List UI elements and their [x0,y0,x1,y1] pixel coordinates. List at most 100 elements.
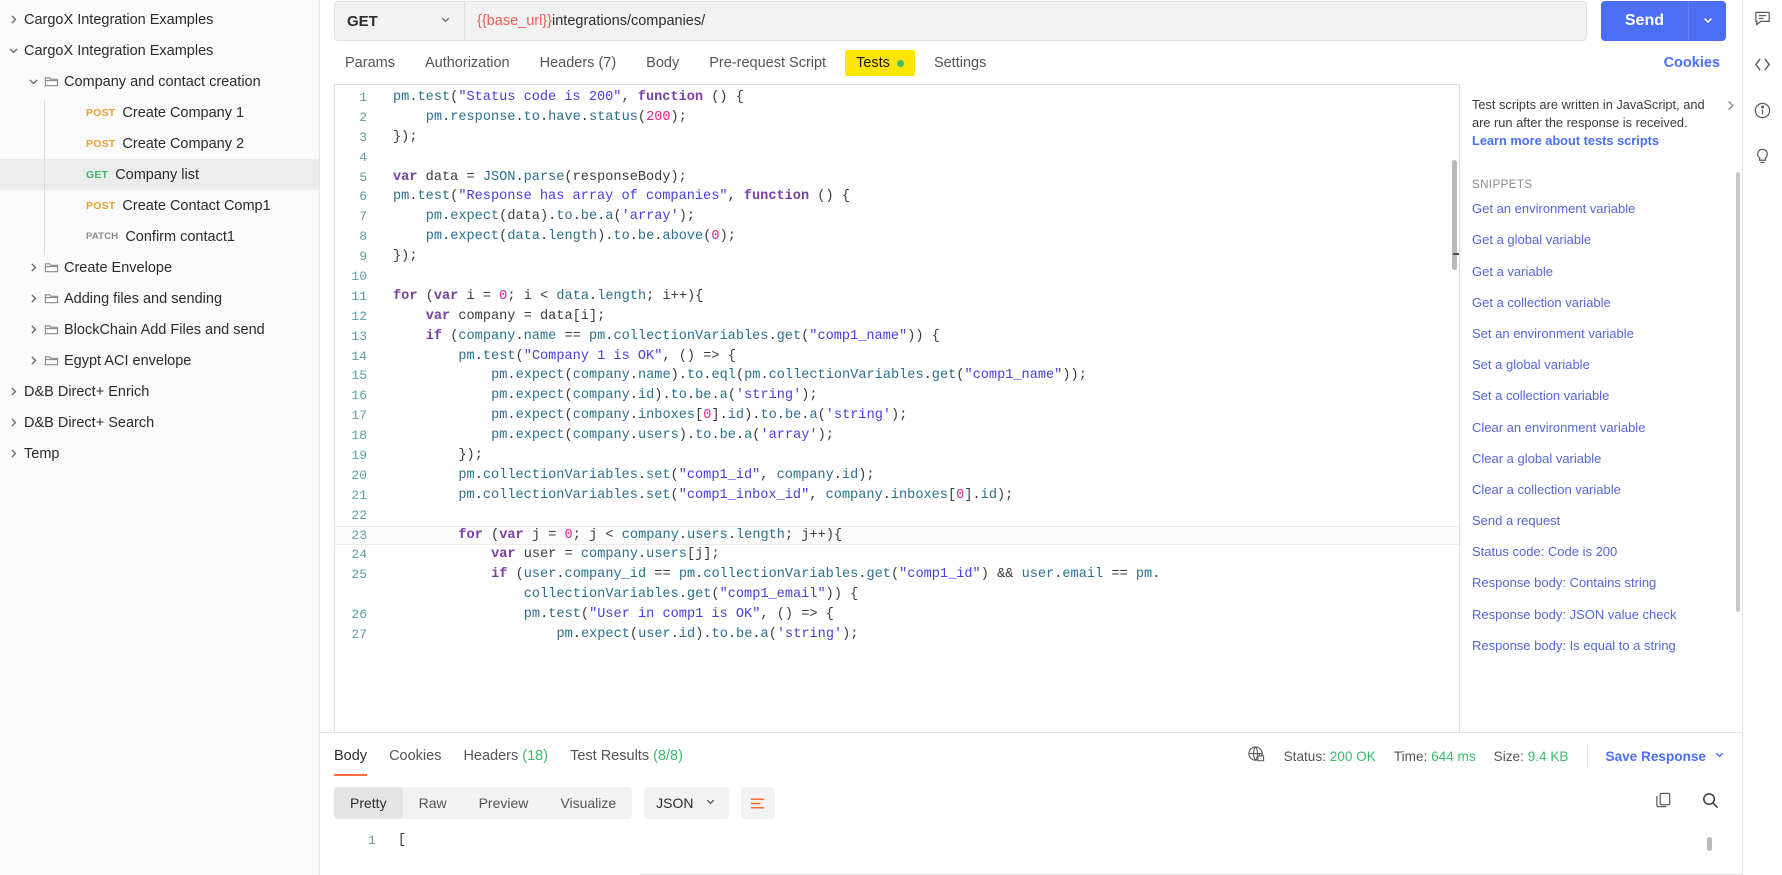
snippet-item[interactable]: Response body: JSON value check [1472,607,1726,622]
code-line[interactable]: 2 pm.response.to.have.status(200); [335,108,1459,128]
code-icon[interactable] [1749,50,1777,78]
snippet-item[interactable]: Set an environment variable [1472,326,1726,341]
snippets-scrollbar[interactable] [1736,172,1740,612]
code-line-text[interactable]: if (user.company_id == pm.collectionVari… [381,565,1160,585]
code-editor[interactable]: 1 pm.test("Status code is 200", function … [334,84,1460,732]
http-method-select[interactable]: GET [334,1,464,41]
code-line[interactable]: 17 pm.expect(company.inboxes[0].id).to.b… [335,406,1459,426]
sidebar-item-cargox-integration-examples[interactable]: CargoX Integration Examples [0,35,319,66]
tab-body[interactable]: Body [635,50,690,76]
chevron-right-icon[interactable] [2,13,24,26]
chevron-down-icon[interactable] [2,44,24,57]
send-button[interactable]: Send [1600,1,1688,41]
collections-sidebar[interactable]: CargoX Integration Examples CargoX Integr… [0,0,320,875]
response-tab-test-results[interactable]: Test Results (8/8) [570,736,683,776]
response-body-view[interactable]: 1 [ [320,827,1742,875]
code-line[interactable]: 11 for (var i = 0; i < data.length; i++){ [335,287,1459,307]
code-line[interactable]: 12 var company = data[i]; [335,307,1459,327]
code-line[interactable]: 19 }); [335,446,1459,466]
snippet-item[interactable]: Get a global variable [1472,232,1726,247]
code-line-text[interactable]: pm.test("User in comp1 is OK", () => { [381,605,834,625]
code-line-text[interactable]: pm.expect(user.id).to.be.a('string'); [381,625,858,645]
cookies-link[interactable]: Cookies [1664,55,1720,71]
chevron-right-icon[interactable] [22,292,44,305]
chevron-right-icon[interactable] [22,323,44,336]
code-line-text[interactable]: pm.expect(company.name).to.eql(pm.collec… [381,366,1087,386]
code-line-text[interactable]: for (var j = 0; j < company.users.length… [381,526,842,546]
tab-settings[interactable]: Settings [923,50,997,76]
code-line[interactable]: 6 pm.test("Response has array of companie… [335,187,1459,207]
code-line[interactable]: 5 var data = JSON.parse(responseBody); [335,168,1459,188]
response-tab-cookies[interactable]: Cookies [389,736,441,776]
format-preview[interactable]: Preview [463,787,545,819]
code-line[interactable]: 21 pm.collectionVariables.set("comp1_inb… [335,486,1459,506]
code-line-text[interactable]: pm.test("Status code is 200", function (… [381,88,744,108]
lightbulb-icon[interactable] [1749,142,1777,170]
code-line[interactable]: 26 pm.test("User in comp1 is OK", () => … [335,605,1459,625]
code-line[interactable]: 3}); [335,128,1459,148]
code-line[interactable]: 14 pm.test("Company 1 is OK", () => { [335,347,1459,367]
sidebar-item-cargox-integration-examples[interactable]: CargoX Integration Examples [0,4,319,35]
sidebar-item-confirm-contact1[interactable]: PATCH Confirm contact1 [0,221,319,252]
snippet-item[interactable]: Status code: Code is 200 [1472,544,1726,559]
format-pretty[interactable]: Pretty [334,787,403,819]
code-line-text[interactable]: }); [381,128,418,148]
chevron-down-icon[interactable] [22,75,44,88]
code-line-text[interactable]: pm.test("Company 1 is OK", () => { [381,347,736,367]
code-line-text[interactable]: if (company.name == pm.collectionVariabl… [381,327,940,347]
format-visualize[interactable]: Visualize [544,787,632,819]
code-line-text[interactable]: var company = data[i]; [381,307,606,327]
save-response-button[interactable]: Save Response [1606,748,1727,764]
code-line-text[interactable]: pm.collectionVariables.set("comp1_id", c… [381,466,874,486]
collapse-snippets-icon[interactable] [1723,98,1738,118]
send-options-button[interactable] [1688,1,1726,41]
code-lines[interactable]: 1 pm.test("Status code is 200", function … [335,85,1459,645]
snippet-item[interactable]: Set a global variable [1472,357,1726,372]
response-tab-headers[interactable]: Headers (18) [463,736,548,776]
chevron-right-icon[interactable] [2,416,24,429]
chevron-right-icon[interactable] [22,261,44,274]
info-icon[interactable] [1749,96,1777,124]
tab-params[interactable]: Params [334,50,406,76]
sidebar-item-create-company-2[interactable]: POST Create Company 2 [0,128,319,159]
tab-tests[interactable]: Tests [845,50,915,76]
body-scrollbar[interactable] [1707,837,1712,851]
code-line-text[interactable]: }); [381,446,483,466]
tab-headers-7[interactable]: Headers (7) [529,50,628,76]
sidebar-item-d-b-direct-search[interactable]: D&B Direct+ Search [0,407,319,438]
code-line-text[interactable]: pm.response.to.have.status(200); [381,108,687,128]
code-line[interactable]: 20 pm.collectionVariables.set("comp1_id"… [335,466,1459,486]
copy-icon[interactable] [1654,791,1673,815]
wrap-lines-button[interactable] [740,787,775,819]
code-line[interactable]: 8 pm.expect(data.length).to.be.above(0); [335,227,1459,247]
sidebar-item-temp[interactable]: Temp [0,438,319,469]
snippet-item[interactable]: Clear an environment variable [1472,420,1726,435]
response-tab-body[interactable]: Body [334,736,368,776]
sidebar-item-company-list[interactable]: GET Company list [0,159,319,190]
code-line[interactable]: 25 if (user.company_id == pm.collectionV… [335,565,1459,585]
code-line-text[interactable]: pm.expect(company.id).to.be.a('string'); [381,386,818,406]
code-line[interactable]: collectionVariables.get("comp1_email")) … [335,585,1459,605]
snippet-item[interactable]: Clear a global variable [1472,451,1726,466]
code-line[interactable]: 13 if (company.name == pm.collectionVari… [335,327,1459,347]
code-line-text[interactable]: }); [381,247,418,267]
url-input[interactable]: {{base_url}} integrations/companies/ [464,1,1587,41]
code-line-text[interactable]: var user = company.users[j]; [381,545,720,565]
snippet-item[interactable]: Clear a collection variable [1472,482,1726,497]
sidebar-item-create-envelope[interactable]: Create Envelope [0,252,319,283]
code-line-text[interactable]: var data = JSON.parse(responseBody); [381,168,687,188]
code-line[interactable]: 27 pm.expect(user.id).to.be.a('string'); [335,625,1459,645]
snippet-item[interactable]: Send a request [1472,513,1726,528]
sidebar-item-egypt-aci-envelope[interactable]: Egypt ACI envelope [0,345,319,376]
code-line-text[interactable]: pm.expect(data).to.be.a('array'); [381,207,695,227]
code-line[interactable]: 24 var user = company.users[j]; [335,545,1459,565]
code-line-text[interactable]: pm.collectionVariables.set("comp1_inbox_… [381,486,1013,506]
code-line-text[interactable]: for (var i = 0; i < data.length; i++){ [381,287,703,307]
code-line-text[interactable]: pm.expect(company.users).to.be.a('array'… [381,426,834,446]
sidebar-item-d-b-direct-enrich[interactable]: D&B Direct+ Enrich [0,376,319,407]
snippet-item[interactable]: Response body: Contains string [1472,575,1726,590]
sidebar-item-create-company-1[interactable]: POST Create Company 1 [0,97,319,128]
tab-authorization[interactable]: Authorization [414,50,521,76]
request-tabs[interactable]: Params Authorization Headers (7) Body Pre-re… [320,42,1742,84]
code-line[interactable]: 10 [335,267,1459,287]
